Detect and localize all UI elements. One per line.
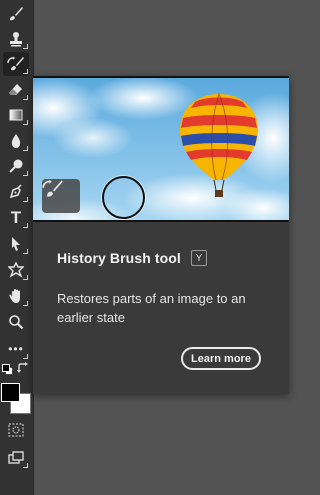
swap-colors-icon[interactable]	[17, 362, 29, 377]
pen-icon[interactable]	[3, 180, 29, 204]
path-selection-icon[interactable]	[3, 232, 29, 256]
clone-stamp-icon[interactable]	[3, 27, 29, 51]
screen-mode-icon[interactable]	[3, 446, 29, 470]
type-icon[interactable]: T	[3, 206, 29, 230]
default-colors-icon[interactable]	[2, 364, 13, 375]
brush-cursor-circle	[102, 176, 145, 219]
tools-panel: T •••	[0, 0, 34, 495]
blur-icon[interactable]	[3, 129, 29, 153]
tooltip-title: History Brush tool	[57, 250, 181, 266]
more-tools-icon[interactable]: •••	[3, 337, 29, 361]
quick-mask-icon[interactable]	[3, 418, 29, 442]
shortcut-key-badge: Y	[190, 250, 207, 266]
type-icon-glyph: T	[10, 208, 22, 227]
dodge-icon[interactable]	[3, 154, 29, 178]
gradient-icon[interactable]	[3, 103, 29, 127]
tooltip-title-row: History Brush tool Y	[57, 250, 207, 266]
learn-more-button[interactable]: Learn more	[181, 347, 261, 370]
foreground-color-swatch[interactable]	[1, 383, 20, 402]
tool-tooltip: History Brush tool Y Restores parts of a…	[33, 76, 289, 394]
brush-icon[interactable]	[3, 2, 29, 26]
tooltip-preview-image	[33, 76, 289, 222]
zoom-icon[interactable]	[3, 310, 29, 334]
custom-shape-icon[interactable]	[3, 258, 29, 282]
eraser-icon[interactable]	[3, 78, 29, 102]
history-brush-icon[interactable]	[3, 52, 29, 76]
hand-icon[interactable]	[3, 284, 29, 308]
tooltip-description: Restores parts of an image to an earlier…	[57, 291, 246, 325]
ellipsis-glyph: •••	[8, 342, 24, 356]
history-brush-preview-icon	[42, 179, 80, 213]
